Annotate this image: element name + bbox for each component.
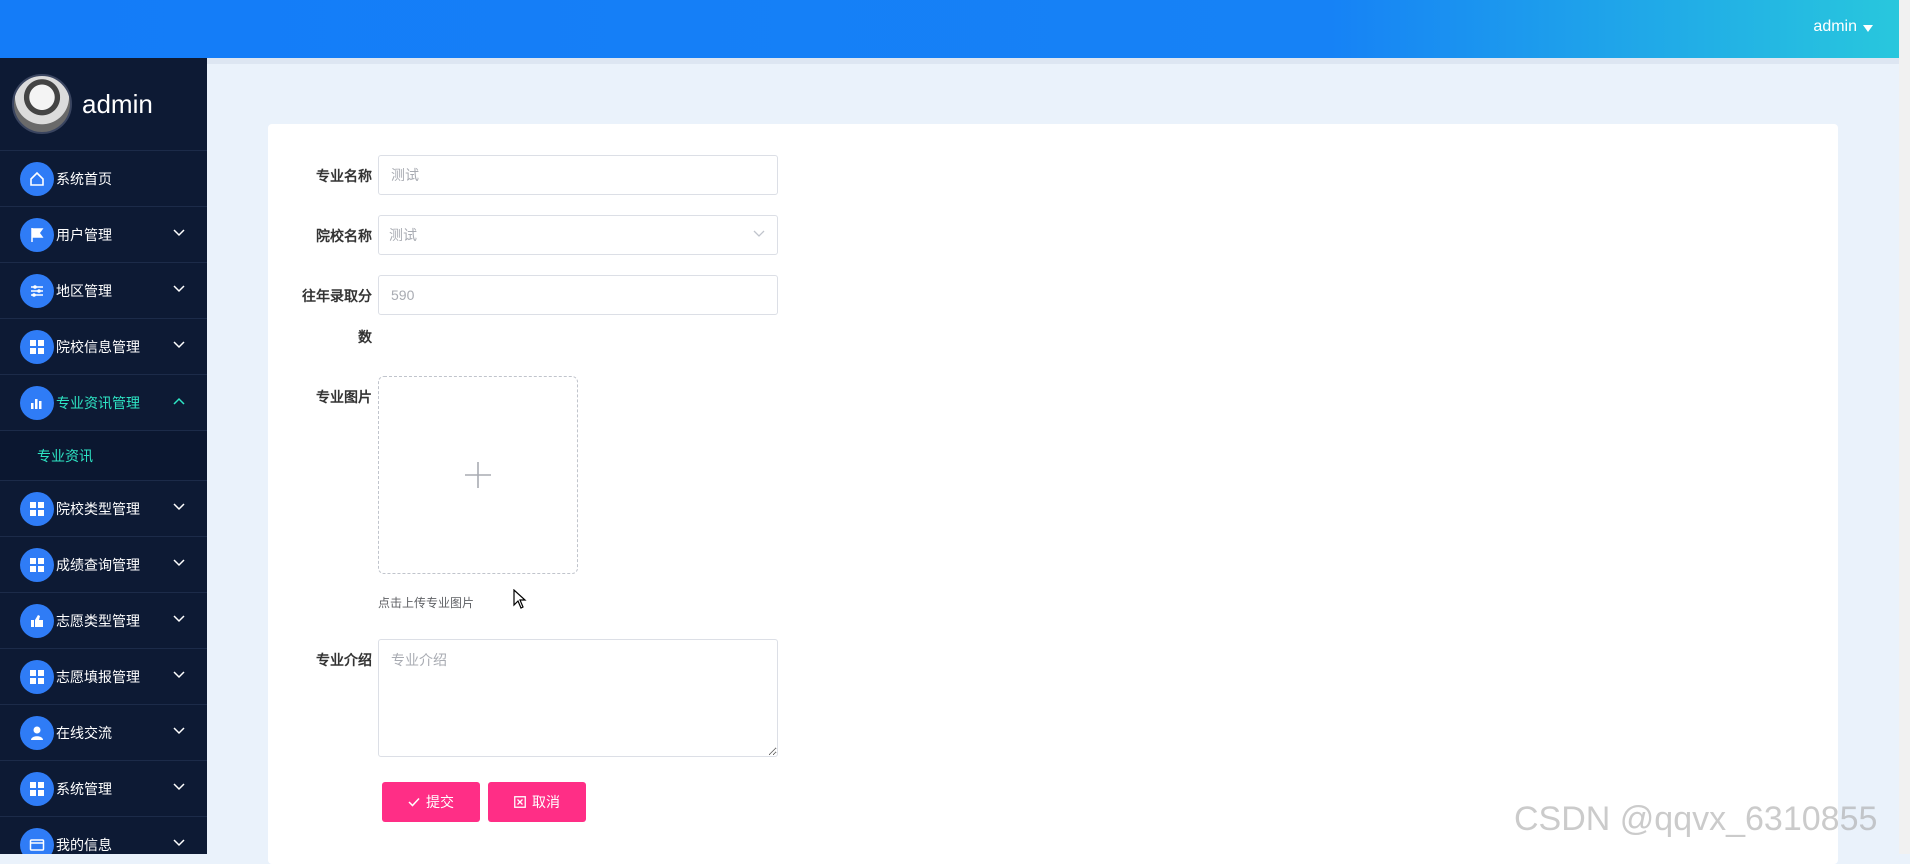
- sidebar-subitem-major-news[interactable]: 专业资讯: [0, 431, 207, 481]
- page-scrollbar[interactable]: [1899, 0, 1910, 854]
- user-icon: [20, 715, 54, 750]
- bar-chart-icon: [20, 385, 54, 420]
- home-icon: [20, 161, 54, 196]
- sidebar-item-school-type[interactable]: 院校类型管理: [0, 481, 207, 537]
- check-icon: [408, 797, 420, 807]
- plus-icon: [465, 462, 491, 488]
- close-square-icon: [514, 796, 526, 808]
- user-menu-name: admin: [1813, 18, 1857, 35]
- submit-button-label: 提交: [426, 794, 454, 810]
- upload-tip: 点击上传专业图片: [378, 596, 475, 610]
- grid-icon: [20, 547, 54, 582]
- top-header: admin: [0, 0, 1899, 58]
- sidebar-item-region-management[interactable]: 地区管理: [0, 263, 207, 319]
- user-menu[interactable]: admin: [1813, 18, 1873, 36]
- sliders-icon: [20, 273, 54, 308]
- sidebar-item-label: 在线交流: [56, 724, 112, 741]
- school-name-select[interactable]: 测试: [378, 215, 778, 255]
- score-label-line2: 数: [358, 329, 372, 345]
- image-label: 专业图片: [316, 389, 372, 405]
- cancel-button-label: 取消: [532, 794, 560, 810]
- chevron-down-icon: [173, 559, 185, 567]
- sidebar-item-user-management[interactable]: 用户管理: [0, 207, 207, 263]
- image-upload[interactable]: [378, 376, 578, 574]
- intro-textarea[interactable]: [378, 639, 778, 757]
- score-label-line1: 往年录取分: [302, 288, 372, 304]
- score-input[interactable]: [378, 275, 778, 315]
- sidebar-item-label: 系统管理: [56, 780, 112, 797]
- grid-icon: [20, 659, 54, 694]
- chevron-down-icon: [173, 229, 185, 237]
- sidebar-item-my-info[interactable]: 我的信息: [0, 817, 207, 854]
- sidebar-item-label: 用户管理: [56, 226, 112, 243]
- caret-down-icon: [1863, 24, 1873, 32]
- sidebar-subitem-label: 专业资讯: [37, 447, 93, 464]
- sidebar-item-label: 系统首页: [56, 170, 112, 187]
- sidebar-item-school-info[interactable]: 院校信息管理: [0, 319, 207, 375]
- sidebar-item-major-news[interactable]: 专业资讯管理: [0, 375, 207, 431]
- major-name-input[interactable]: [378, 155, 778, 195]
- thumbs-up-icon: [20, 603, 54, 638]
- sidebar-item-score-query[interactable]: 成绩查询管理: [0, 537, 207, 593]
- sidebar-item-label: 志愿填报管理: [56, 668, 140, 685]
- form-card: 专业名称 院校名称 测试 往年录取分 数 专业图片 点击上传专业图片 专业介绍 …: [268, 124, 1838, 864]
- chevron-down-icon: [173, 671, 185, 679]
- grid-icon: [20, 491, 54, 526]
- chevron-down-icon: [173, 503, 185, 511]
- submit-button[interactable]: 提交: [382, 782, 480, 822]
- chevron-down-icon: [173, 615, 185, 623]
- sidebar-item-label: 我的信息: [56, 836, 112, 853]
- sidebar-item-system-management[interactable]: 系统管理: [0, 761, 207, 817]
- cancel-button[interactable]: 取消: [488, 782, 586, 822]
- sidebar-item-volunteer-fill[interactable]: 志愿填报管理: [0, 649, 207, 705]
- chevron-down-icon: [173, 783, 185, 791]
- sidebar: admin 系统首页 用户管理 地区管理 院校信息管理 专业资讯管理 专业资讯 …: [0, 58, 207, 854]
- grid-icon: [20, 771, 54, 806]
- chevron-up-icon: [173, 397, 185, 405]
- sidebar-item-label: 专业资讯管理: [56, 394, 140, 411]
- sidebar-item-home[interactable]: 系统首页: [0, 151, 207, 207]
- chevron-down-icon: [753, 230, 765, 237]
- flag-icon: [20, 217, 54, 252]
- avatar: [12, 74, 72, 134]
- grid-icon: [20, 329, 54, 364]
- mouse-cursor-icon: [513, 589, 527, 609]
- school-name-selected: 测试: [389, 227, 417, 243]
- chevron-down-icon: [173, 727, 185, 735]
- watermark: CSDN @qqvx_6310855: [1514, 800, 1878, 838]
- sidebar-item-online-chat[interactable]: 在线交流: [0, 705, 207, 761]
- intro-label: 专业介绍: [316, 652, 372, 668]
- major-name-label: 专业名称: [316, 168, 372, 184]
- card-icon: [20, 827, 54, 854]
- sidebar-item-volunteer-type[interactable]: 志愿类型管理: [0, 593, 207, 649]
- chevron-down-icon: [173, 839, 185, 847]
- chevron-down-icon: [173, 285, 185, 293]
- content-top-strip: [207, 58, 1899, 64]
- school-name-label: 院校名称: [316, 228, 372, 244]
- sidebar-item-label: 院校类型管理: [56, 500, 140, 517]
- chevron-down-icon: [173, 341, 185, 349]
- sidebar-item-label: 成绩查询管理: [56, 556, 140, 573]
- sidebar-profile: admin: [0, 58, 207, 151]
- sidebar-item-label: 志愿类型管理: [56, 612, 140, 629]
- profile-name: admin: [82, 88, 153, 119]
- sidebar-item-label: 院校信息管理: [56, 338, 140, 355]
- sidebar-item-label: 地区管理: [56, 282, 112, 299]
